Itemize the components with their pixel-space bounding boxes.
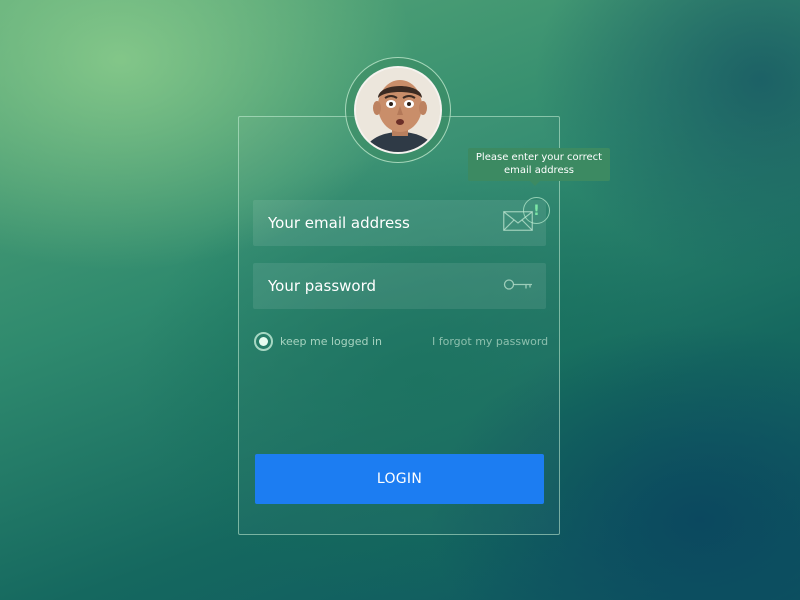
remember-me-toggle[interactable]: keep me logged in [254, 332, 382, 351]
exclamation-icon: ! [523, 197, 550, 224]
password-field[interactable] [253, 263, 546, 309]
password-input[interactable] [268, 277, 488, 295]
email-field[interactable] [253, 200, 546, 246]
remember-me-label: keep me logged in [280, 335, 382, 348]
email-error-tooltip: Please enter your correct email address [468, 148, 610, 186]
radio-checked-dot [259, 337, 268, 346]
remember-me-radio[interactable] [254, 332, 273, 351]
key-icon [503, 277, 533, 296]
forgot-password-link[interactable]: I forgot my password [432, 335, 548, 348]
user-avatar [354, 66, 442, 154]
login-button[interactable]: LOGIN [255, 454, 544, 504]
email-input[interactable] [268, 214, 488, 232]
avatar-ring [345, 57, 451, 163]
